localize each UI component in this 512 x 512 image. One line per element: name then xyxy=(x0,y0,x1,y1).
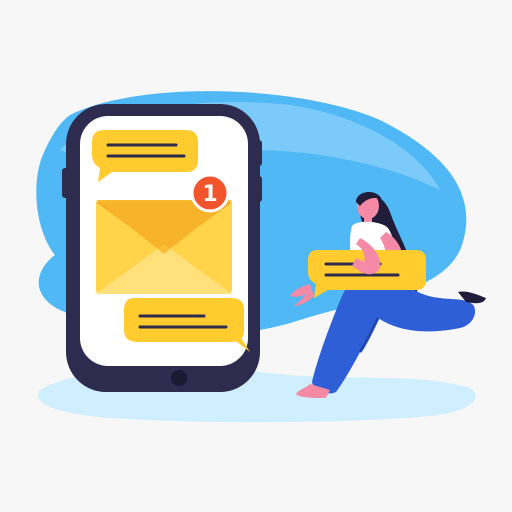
envelope-icon xyxy=(96,200,232,294)
phone-home-button xyxy=(171,370,187,386)
phone-side-button-bottom xyxy=(254,176,262,202)
notification-badge-icon: 1 xyxy=(190,173,230,213)
phone-side-button-top xyxy=(254,140,262,166)
phone-side-button-left xyxy=(62,168,70,198)
badge-count: 1 xyxy=(202,182,217,207)
mail-notification-illustration: 1 xyxy=(36,91,486,423)
bottom-chat-bubble xyxy=(124,298,244,342)
